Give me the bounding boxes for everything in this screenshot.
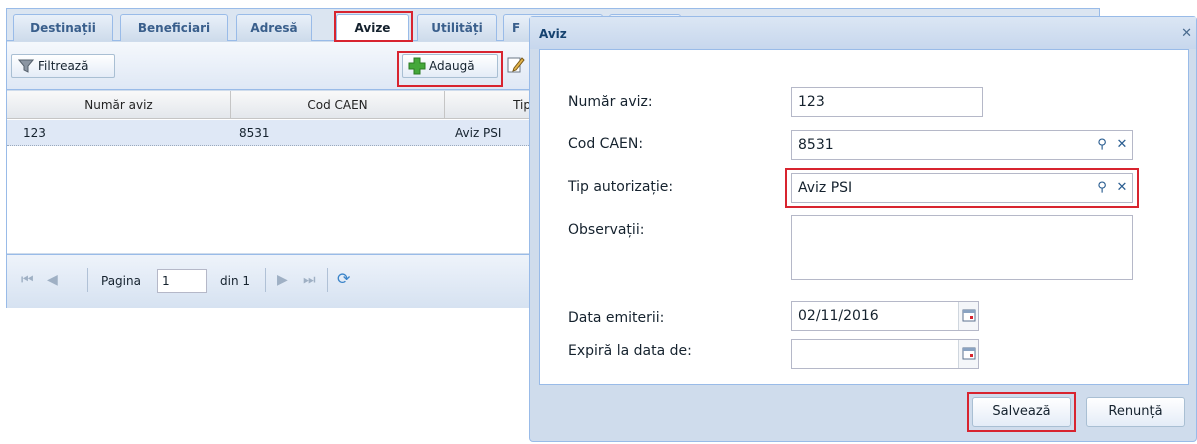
data-emiterii-label: Data emiterii: [568,310,665,326]
edit-button[interactable] [506,55,526,77]
filter-button[interactable]: Filtrează [11,54,115,78]
pager-separator [265,268,266,292]
calendar-icon[interactable] [958,302,978,330]
tip-autorizatie-label: Tip autorizație: [568,179,674,195]
expira-label: Expiră la data de: [568,343,692,359]
prev-page-icon[interactable]: ◀ [47,272,58,288]
tab-label: Avize [354,21,391,35]
pager-separator [327,268,328,292]
add-label: Adaugă [429,59,475,73]
pager-separator [87,268,88,292]
add-button[interactable]: Adaugă [402,54,498,78]
column-header-numar[interactable]: Număr aviz [7,91,231,119]
close-icon[interactable]: ✕ [1181,17,1192,51]
cod-caen-input[interactable]: 8531 ⚲ ✕ [791,130,1133,160]
save-button[interactable]: Salvează [972,397,1071,427]
dialog-title: Aviz [539,27,567,41]
aviz-dialog: Aviz ✕ Număr aviz: 123 Cod CAEN: 8531 ⚲ … [529,16,1197,442]
data-emiterii-value: 02/11/2016 [798,308,879,324]
dialog-form: Număr aviz: 123 Cod CAEN: 8531 ⚲ ✕ Tip a… [539,49,1189,385]
tab-label: Adresă [250,21,298,35]
cell-numar: 123 [23,126,46,140]
filter-icon [18,59,34,73]
last-page-icon[interactable]: ⏭ [303,272,316,288]
cell-tip: Aviz PSI [455,126,502,140]
cancel-button[interactable]: Renunță [1086,397,1185,427]
tab-label: Destinații [30,21,96,35]
tip-autorizatie-value: Aviz PSI [798,180,853,196]
tab-destinatii[interactable]: Destinații [13,14,113,41]
tab-label: Beneficiari [137,21,211,35]
tip-autorizatie-input[interactable]: Aviz PSI ⚲ ✕ [791,173,1133,203]
tab-utilitati[interactable]: Utilități [417,14,497,41]
tab-avize[interactable]: Avize [336,14,409,42]
calendar-icon[interactable] [958,340,978,368]
numar-aviz-input[interactable]: 123 [791,87,983,117]
expira-input[interactable] [791,339,979,369]
dialog-footer: Salvează Renunță [539,389,1189,435]
next-page-icon[interactable]: ▶ [277,272,288,288]
cod-caen-value: 8531 [798,137,834,153]
data-emiterii-input[interactable]: 02/11/2016 [791,301,979,331]
search-icon[interactable]: ⚲ [1092,131,1112,159]
column-header-cod[interactable]: Cod CAEN [231,91,445,119]
pager-page-label: Pagina [101,274,141,288]
clear-icon[interactable]: ✕ [1112,131,1132,159]
cod-caen-label: Cod CAEN: [568,136,644,152]
tab-label: F [512,21,521,35]
search-icon[interactable]: ⚲ [1092,174,1112,202]
first-page-icon[interactable]: ⏮ [21,272,34,288]
filter-label: Filtrează [38,59,89,73]
dialog-header: Aviz ✕ [530,17,1196,49]
tab-beneficiari[interactable]: Beneficiari [120,14,228,41]
observatii-label: Observații: [568,222,645,238]
numar-aviz-label: Număr aviz: [568,94,653,110]
edit-icon [507,57,525,73]
cell-cod: 8531 [239,126,270,140]
pager-total-label: din 1 [220,274,251,288]
tab-label: Utilități [431,21,483,35]
column-header-tip[interactable]: Tip [445,91,535,119]
clear-icon[interactable]: ✕ [1112,174,1132,202]
refresh-icon[interactable]: ⟳ [337,269,350,288]
observatii-textarea[interactable] [791,215,1133,280]
tab-adresa[interactable]: Adresă [236,14,312,41]
page-number-input[interactable]: 1 [157,269,207,293]
add-icon [408,57,426,75]
